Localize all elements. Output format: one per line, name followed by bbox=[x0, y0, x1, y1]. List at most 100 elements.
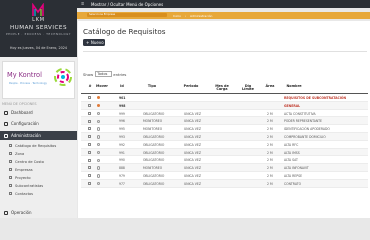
table-row[interactable]: 977 OBLIGATORIO UNICA VEZ 2 M CONTRATO bbox=[81, 179, 368, 188]
row-checkbox[interactable] bbox=[88, 111, 91, 115]
lkm-logo-icon bbox=[32, 3, 44, 16]
table-row[interactable]: 995 MONITOREO UNICA VEZ 2 M IDENTIFICACIÓN A… bbox=[81, 125, 368, 133]
sidebar: LKM HUMAN SERVICES PEOPLE · PROCESS · TE… bbox=[0, 0, 77, 218]
th-id[interactable]: Id bbox=[117, 84, 127, 89]
th-tipo[interactable]: Tipo bbox=[145, 84, 159, 89]
table-row[interactable]: 999 OBLIGATORIO UNICA VEZ 2 M ACTA CONSTITUT… bbox=[81, 110, 368, 118]
sidebar-sub-zona[interactable]: Zona bbox=[0, 150, 77, 157]
move-handle-icon[interactable] bbox=[97, 166, 101, 170]
row-checkbox[interactable] bbox=[88, 127, 91, 131]
th-periodo[interactable]: Periodo bbox=[181, 84, 201, 89]
row-checkbox[interactable] bbox=[88, 143, 91, 147]
cell-tipo: OBLIGATORIO bbox=[143, 181, 165, 186]
sidebar-sub-label: Subcontratistas bbox=[15, 183, 44, 188]
brand-tagline: PEOPLE · PROCESS · TECHNOLOGY bbox=[5, 33, 72, 36]
move-handle-icon[interactable] bbox=[97, 142, 101, 147]
group-marker-icon bbox=[97, 96, 101, 100]
row-checkbox[interactable] bbox=[88, 182, 91, 186]
new-button[interactable]: + Nuevo bbox=[83, 39, 105, 46]
th-mes-carga[interactable]: Mes de Carga bbox=[215, 84, 229, 93]
app-root: LKM HUMAN SERVICES PEOPLE · PROCESS · TE… bbox=[0, 0, 370, 218]
divider bbox=[83, 51, 367, 52]
move-handle-icon[interactable] bbox=[97, 150, 101, 155]
cell-tipo: OBLIGATORIO bbox=[143, 134, 165, 139]
cell-periodo: UNICA VEZ bbox=[184, 111, 201, 116]
breadcrumb-inicio[interactable]: Inicio bbox=[173, 14, 181, 18]
cell-tipo: OBLIGATORIO bbox=[143, 111, 165, 116]
sidebar-sub-contactos[interactable]: Contactos bbox=[0, 190, 77, 197]
sidebar-sub-centro-costo[interactable]: Centro de Costo bbox=[0, 158, 77, 165]
cell-nombre: COMPROBANTE DOMICILIO bbox=[284, 134, 326, 139]
row-checkbox[interactable] bbox=[88, 96, 91, 100]
entries-label: entries bbox=[113, 71, 127, 77]
row-checkbox[interactable] bbox=[88, 119, 91, 123]
sidebar-item-dashboard[interactable]: Dashboard bbox=[0, 108, 77, 117]
cell-periodo: UNICA VEZ bbox=[184, 127, 201, 132]
sidebar-sub-subcontratistas[interactable]: Subcontratistas bbox=[0, 182, 77, 189]
table-row[interactable]: 979 OBLIGATORIO UNICA VEZ 2 M ALTA REPSE bbox=[81, 172, 368, 180]
client-logo-sub: People · Process · Technology bbox=[9, 82, 47, 85]
move-handle-icon[interactable] bbox=[97, 127, 101, 131]
row-checkbox[interactable] bbox=[88, 150, 91, 154]
operation-icon bbox=[4, 210, 8, 215]
sidebar-sub-label: Catálogo de Requisitos bbox=[15, 143, 57, 148]
table-row[interactable]: 998 GENERAL bbox=[81, 101, 368, 110]
sidebar-item-administracion[interactable]: Administración bbox=[0, 131, 77, 140]
th-nombre[interactable]: Nombre bbox=[284, 84, 304, 89]
sidebar-sub-label: Zona bbox=[15, 151, 25, 156]
sidebar-sub-proyecto[interactable]: Proyecto bbox=[0, 174, 77, 181]
th-index[interactable]: # bbox=[87, 84, 93, 89]
table-row[interactable]: 992 OBLIGATORIO UNICA VEZ 2 M ALTA RFC bbox=[81, 141, 368, 149]
row-checkbox[interactable] bbox=[88, 158, 91, 162]
cell-tipo: OBLIGATORIO bbox=[143, 150, 165, 155]
client-logo-text: My Kontrol bbox=[7, 71, 42, 79]
menu-toggle-icon[interactable]: ☰ bbox=[81, 2, 84, 6]
sidebar-sub-catalogo[interactable]: Catálogo de Requisitos bbox=[0, 142, 77, 149]
table-row[interactable]: 888 MONITOREO UNICA VEZ 2 M ALTA INFONAVIT bbox=[81, 164, 368, 172]
cell-id: 979 bbox=[119, 173, 125, 178]
page-length-control: Show Todos entries bbox=[83, 71, 126, 77]
cell-nombre: ACTA CONSTITUTIVA bbox=[284, 111, 316, 116]
sidebar-item-label: Dashboard bbox=[11, 110, 33, 115]
cell-periodo: UNICA VEZ bbox=[184, 158, 201, 163]
row-checkbox[interactable] bbox=[88, 135, 91, 139]
move-handle-icon[interactable] bbox=[97, 119, 101, 123]
cell-nombre: CONTRATO bbox=[284, 181, 302, 186]
table-row[interactable]: 993 OBLIGATORIO UNICA VEZ 2 M COMPROBANTE DO… bbox=[81, 132, 368, 141]
cell-nombre: ALTA SAT bbox=[284, 158, 298, 163]
cell-id: 995 bbox=[119, 127, 125, 132]
cell-area: 2 M bbox=[267, 142, 273, 147]
cell-tipo: MONITOREO bbox=[143, 119, 163, 124]
cell-id: 977 bbox=[119, 181, 125, 186]
sidebar-item-configuracion[interactable]: Configuración bbox=[0, 119, 77, 128]
table-row[interactable]: 901 REQUISITOS DE SUBCONTRATACIÓN bbox=[81, 94, 368, 102]
cell-area: 2 M bbox=[267, 158, 273, 163]
row-checkbox[interactable] bbox=[88, 166, 91, 170]
row-checkbox[interactable] bbox=[88, 104, 91, 108]
row-checkbox[interactable] bbox=[88, 174, 91, 178]
cell-area: 2 M bbox=[267, 119, 273, 124]
page-title: Catálogo de Requisitos bbox=[83, 27, 166, 36]
sidebar-sub-label: Contactos bbox=[15, 191, 34, 196]
cell-area: 2 M bbox=[267, 127, 273, 132]
move-handle-icon[interactable] bbox=[97, 158, 101, 162]
sidebar-sub-empresas[interactable]: Empresas bbox=[0, 166, 77, 173]
sidebar-item-operacion[interactable]: Operación bbox=[0, 208, 77, 217]
move-handle-icon[interactable] bbox=[97, 111, 101, 116]
table-row[interactable]: 991 OBLIGATORIO UNICA VEZ 2 M ALTA IMSS bbox=[81, 148, 368, 157]
move-handle-icon[interactable] bbox=[97, 174, 101, 178]
menu-toggle-label[interactable]: Mostrar / Ocultar Menú de Opciones bbox=[91, 2, 163, 7]
list-icon bbox=[9, 168, 12, 172]
move-handle-icon[interactable] bbox=[97, 135, 101, 139]
th-area[interactable]: Área bbox=[264, 84, 276, 89]
page-length-select[interactable]: Todos bbox=[94, 71, 112, 77]
company-select[interactable]: Seleccione Empresa bbox=[87, 13, 167, 18]
new-button-label: Nuevo bbox=[90, 40, 104, 45]
brand-header: LKM HUMAN SERVICES PEOPLE · PROCESS · TE… bbox=[0, 0, 77, 57]
table-row[interactable]: 990 OBLIGATORIO UNICA VEZ 2 M ALTA SAT bbox=[81, 156, 368, 165]
move-handle-icon[interactable] bbox=[97, 181, 101, 186]
th-mover[interactable]: Mover bbox=[95, 84, 109, 89]
th-dia-limite[interactable]: Día Límite bbox=[241, 84, 255, 93]
cell-periodo: UNICA VEZ bbox=[184, 173, 201, 178]
table-row[interactable]: 996 MONITOREO UNICA VEZ 2 M PODER REPRESENTA… bbox=[81, 117, 368, 126]
